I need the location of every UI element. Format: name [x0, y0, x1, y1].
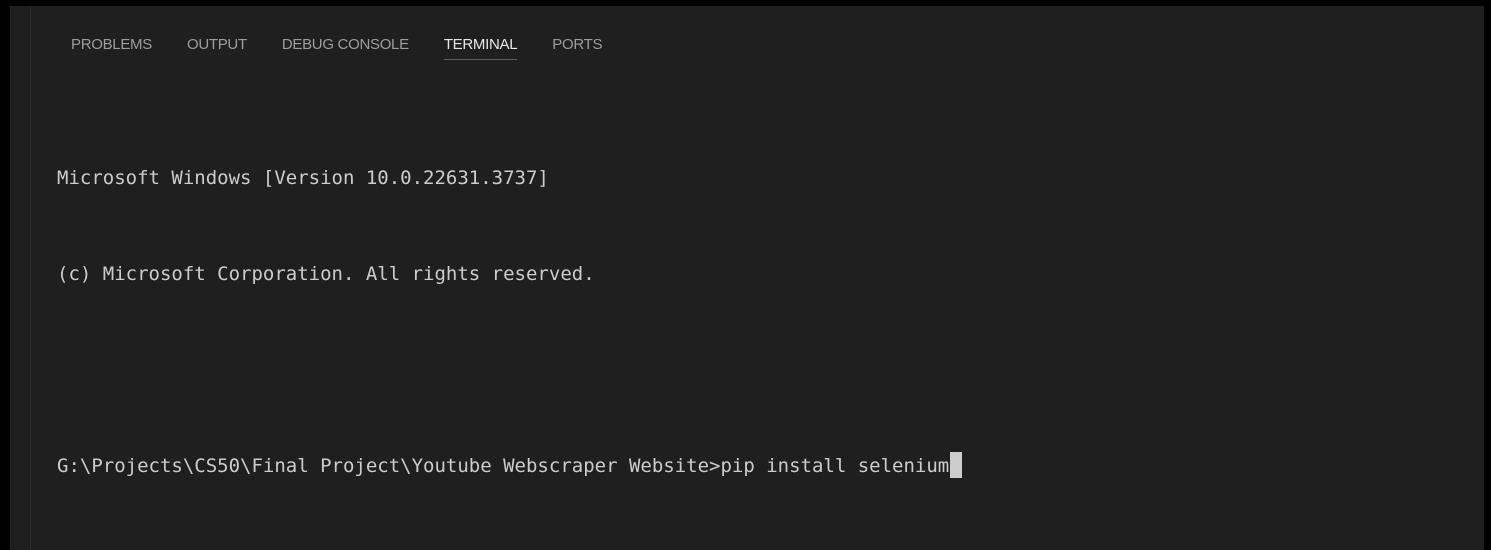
- tab-ports[interactable]: PORTS: [552, 36, 602, 59]
- tab-debug-console[interactable]: DEBUG CONSOLE: [282, 36, 409, 59]
- terminal-panel: PROBLEMS OUTPUT DEBUG CONSOLE TERMINAL P…: [10, 6, 1484, 550]
- terminal-line: (c) Microsoft Corporation. All rights re…: [57, 263, 595, 285]
- terminal-input-line[interactable]: G:\Projects\CS50\Final Project\Youtube W…: [57, 450, 1464, 482]
- left-gutter: [10, 6, 31, 550]
- terminal-command[interactable]: pip install selenium: [720, 455, 949, 477]
- tab-terminal[interactable]: TERMINAL: [443, 36, 518, 60]
- terminal-cursor: [950, 452, 963, 478]
- terminal-output[interactable]: Microsoft Windows [Version 10.0.22631.37…: [57, 98, 1464, 546]
- panel-tabs: PROBLEMS OUTPUT DEBUG CONSOLE TERMINAL P…: [71, 36, 637, 76]
- tab-problems[interactable]: PROBLEMS: [71, 36, 152, 59]
- terminal-prompt: G:\Projects\CS50\Final Project\Youtube W…: [57, 455, 721, 477]
- terminal-line: Microsoft Windows [Version 10.0.22631.37…: [57, 167, 549, 189]
- tab-output[interactable]: OUTPUT: [187, 36, 247, 59]
